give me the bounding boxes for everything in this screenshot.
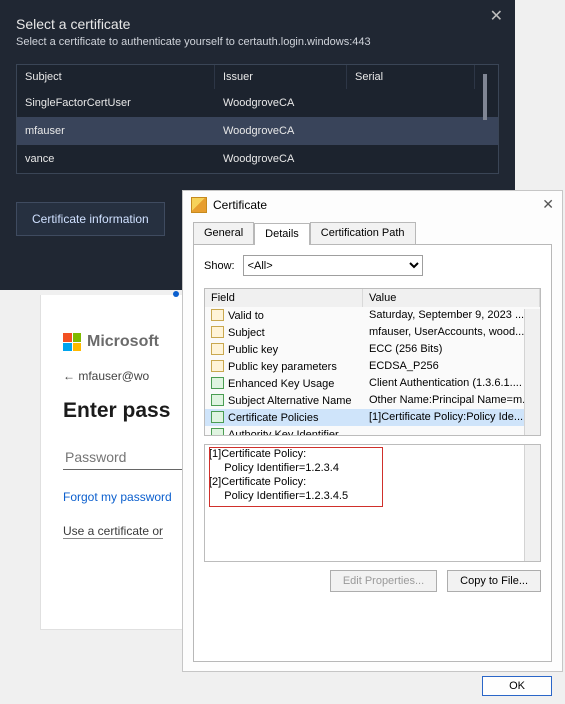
fields-header: Field Value xyxy=(205,289,540,307)
forgot-password-link[interactable]: Forgot my password xyxy=(63,490,172,504)
progress-indicator xyxy=(173,291,179,297)
dialog-subtitle: Select a certificate to authenticate you… xyxy=(16,36,499,48)
property-icon xyxy=(211,343,224,355)
tab-strip: General Details Certification Path xyxy=(193,222,552,244)
col-subject[interactable]: Subject xyxy=(17,65,215,89)
cell-subject: vance xyxy=(17,145,215,173)
property-icon xyxy=(211,411,224,423)
certificate-window: Certificate ✕ General Details Certificat… xyxy=(182,190,563,672)
cell-subject: SingleFactorCertUser xyxy=(17,89,215,117)
col-field[interactable]: Field xyxy=(205,289,363,307)
user-email: mfauser@wo xyxy=(78,369,149,383)
col-value[interactable]: Value xyxy=(363,289,540,307)
back-arrow-icon[interactable]: ← xyxy=(63,369,75,383)
tab-details[interactable]: Details xyxy=(254,223,310,245)
list-item[interactable]: Public keyECC (256 Bits) xyxy=(205,341,540,358)
policy-line: [1]Certificate Policy: xyxy=(209,447,536,461)
scrollbar-thumb[interactable] xyxy=(483,74,487,120)
list-item[interactable]: Enhanced Key UsageClient Authentication … xyxy=(205,375,540,392)
list-item[interactable]: Subject Alternative NameOther Name:Princ… xyxy=(205,392,540,409)
table-row[interactable]: vance WoodgroveCA xyxy=(17,145,498,173)
policy-line: [2]Certificate Policy: xyxy=(209,475,536,489)
window-title: Certificate xyxy=(213,198,267,212)
property-icon xyxy=(211,394,224,406)
value-detail-box[interactable]: [1]Certificate Policy: Policy Identifier… xyxy=(204,444,541,562)
certificate-table: Subject Issuer Serial SingleFactorCertUs… xyxy=(16,64,499,174)
tab-general[interactable]: General xyxy=(193,222,254,244)
certificate-icon xyxy=(191,197,207,213)
list-item[interactable]: Authority Key Identifier xyxy=(205,426,540,436)
property-icon xyxy=(211,377,224,389)
fields-listview[interactable]: Field Value Valid toSaturday, September … xyxy=(204,288,541,436)
show-select[interactable]: <All> xyxy=(243,255,423,276)
list-item[interactable]: Public key parametersECDSA_P256 xyxy=(205,358,540,375)
property-icon xyxy=(211,360,224,372)
col-issuer[interactable]: Issuer xyxy=(215,65,347,89)
titlebar: Certificate ✕ xyxy=(183,191,562,218)
use-certificate-link[interactable]: Use a certificate or xyxy=(63,524,163,539)
brand-text: Microsoft xyxy=(87,333,159,351)
scrollbar[interactable] xyxy=(524,309,540,435)
table-row[interactable]: mfauser WoodgroveCA xyxy=(17,117,498,145)
cell-serial xyxy=(347,117,475,145)
list-item[interactable]: Subjectmfauser, UserAccounts, wood... xyxy=(205,324,540,341)
property-icon xyxy=(211,326,224,338)
scrollbar[interactable] xyxy=(524,445,540,561)
close-icon[interactable]: ✕ xyxy=(490,6,503,26)
dialog-title: Select a certificate xyxy=(16,16,499,32)
tab-certification-path[interactable]: Certification Path xyxy=(310,222,416,244)
cell-issuer: WoodgroveCA xyxy=(215,89,347,117)
ok-button[interactable]: OK xyxy=(482,676,552,696)
policy-line: Policy Identifier=1.2.3.4.5 xyxy=(209,489,536,503)
show-label: Show: xyxy=(204,260,235,272)
cell-issuer: WoodgroveCA xyxy=(215,145,347,173)
col-serial[interactable]: Serial xyxy=(347,65,475,89)
policy-line: Policy Identifier=1.2.3.4 xyxy=(209,461,536,475)
cell-subject: mfauser xyxy=(17,117,215,145)
microsoft-logo-icon xyxy=(63,333,81,351)
table-header: Subject Issuer Serial xyxy=(17,65,498,89)
table-row[interactable]: SingleFactorCertUser WoodgroveCA xyxy=(17,89,498,117)
certificate-information-button[interactable]: Certificate information xyxy=(16,202,165,236)
cell-issuer: WoodgroveCA xyxy=(215,117,347,145)
details-tab-pane: Show: <All> Field Value Valid toSaturday… xyxy=(193,244,552,662)
list-item[interactable]: Valid toSaturday, September 9, 2023 ... xyxy=(205,307,540,324)
list-item[interactable]: Certificate Policies[1]Certificate Polic… xyxy=(205,409,540,426)
cell-serial xyxy=(347,89,475,117)
property-icon xyxy=(211,309,224,321)
cell-serial xyxy=(347,145,475,173)
property-icon xyxy=(211,428,224,436)
edit-properties-button: Edit Properties... xyxy=(330,570,437,592)
copy-to-file-button[interactable]: Copy to File... xyxy=(447,570,541,592)
close-icon[interactable]: ✕ xyxy=(542,196,554,213)
